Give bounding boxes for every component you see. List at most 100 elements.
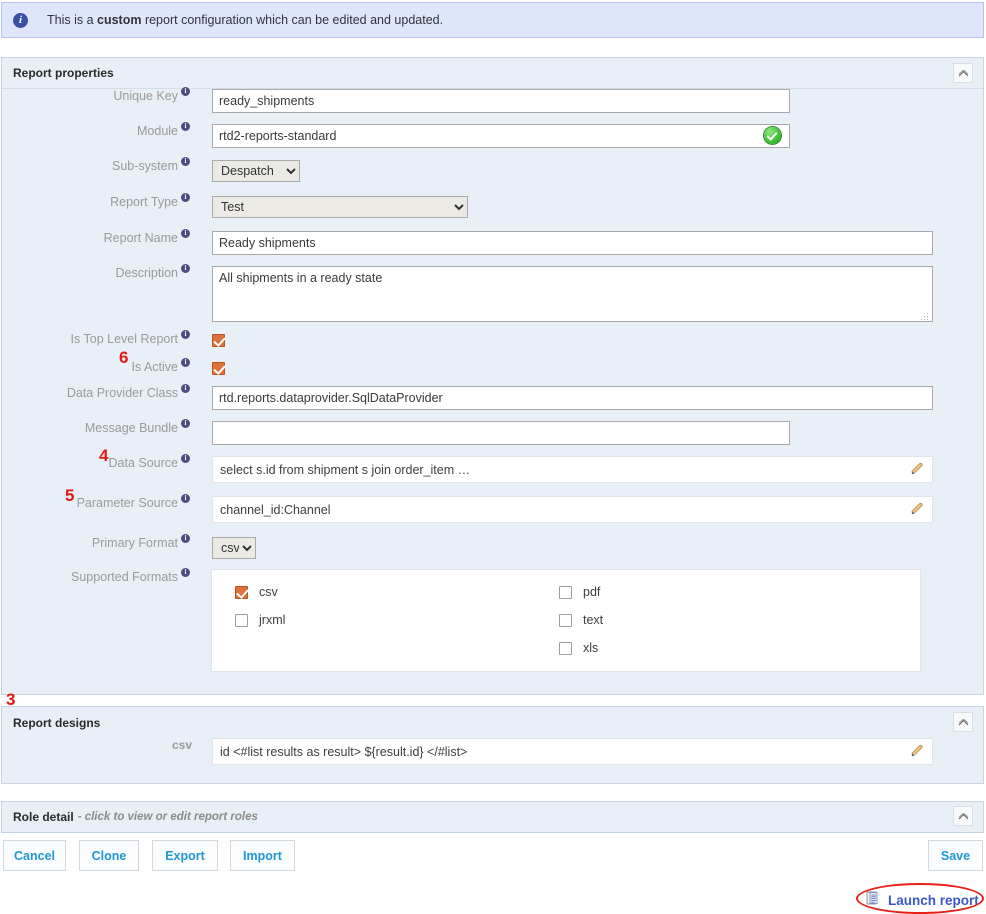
chevron-up-icon	[958, 719, 969, 726]
report-name-help-icon[interactable]: i	[181, 229, 190, 238]
field-row-message-bundle: Message Bundle i	[2, 421, 985, 445]
primary-format-select[interactable]: csv	[212, 537, 256, 559]
report-properties-title: Report properties	[13, 66, 114, 80]
parameter-source-help-icon[interactable]: i	[181, 494, 190, 503]
role-detail-header[interactable]: Role detail - click to view or edit repo…	[2, 802, 983, 832]
parameter-source-pencil-icon[interactable]	[909, 501, 925, 520]
supported-format-checkbox-xls[interactable]	[559, 642, 572, 655]
sub-system-help-icon[interactable]: i	[181, 157, 190, 166]
info-icon: i	[13, 13, 28, 28]
unique-key-field-wrap	[212, 89, 790, 113]
export-button[interactable]: Export	[152, 840, 218, 871]
chevron-up-icon	[958, 70, 969, 77]
report-properties-header: Report properties	[2, 58, 983, 89]
report-type-field-wrap: Test	[212, 196, 468, 218]
collapse-role-detail-button[interactable]	[953, 806, 973, 826]
report-designs-header: Report designs	[2, 707, 983, 738]
supported-format-item-jrxml[interactable]: jrxml	[235, 613, 285, 627]
field-row-unique-key: Unique Key i	[2, 89, 985, 113]
supported-format-label-text: text	[583, 613, 603, 627]
parameter-source-field-wrap: channel_id:Channel	[212, 496, 933, 523]
primary-format-help-icon[interactable]: i	[181, 534, 190, 543]
supported-format-item-csv[interactable]: csv	[235, 585, 278, 599]
data-provider-class-input[interactable]	[212, 386, 933, 410]
primary-format-label: Primary Format i	[2, 536, 192, 550]
collapse-report-properties-button[interactable]	[953, 63, 973, 83]
design-pencil-icon[interactable]	[909, 743, 925, 762]
supported-format-checkbox-csv[interactable]	[235, 586, 248, 599]
role-detail-panel[interactable]: Role detail - click to view or edit repo…	[1, 801, 984, 833]
module-label: Module i	[2, 124, 192, 138]
supported-formats-help-icon[interactable]: i	[181, 568, 190, 577]
cancel-button[interactable]: Cancel	[3, 840, 66, 871]
field-row-report-name: Report Name i	[2, 231, 985, 255]
data-source-pencil-icon[interactable]	[909, 461, 925, 480]
supported-format-label-csv: csv	[259, 585, 278, 599]
is-active-help-icon[interactable]: i	[181, 358, 190, 367]
supported-format-item-xls[interactable]: xls	[559, 641, 598, 655]
parameter-source-value[interactable]: channel_id:Channel	[212, 496, 933, 523]
unique-key-help-icon[interactable]: i	[181, 87, 190, 96]
sub-system-label: Sub-system i	[2, 159, 192, 173]
data-source-help-icon[interactable]: i	[181, 454, 190, 463]
report-type-help-icon[interactable]: i	[181, 193, 190, 202]
unique-key-label: Unique Key i	[2, 89, 192, 103]
module-help-icon[interactable]: i	[181, 122, 190, 131]
primary-format-label-text: Primary Format	[92, 536, 178, 550]
banner-text-before: This is a	[47, 13, 97, 27]
message-bundle-input[interactable]	[212, 421, 790, 445]
data-provider-class-help-icon[interactable]: i	[181, 384, 190, 393]
design-value[interactable]: id <#list results as result> ${result.id…	[212, 738, 933, 765]
is-active-checkbox[interactable]	[212, 362, 225, 375]
launch-report-link[interactable]: Launch report	[866, 891, 979, 909]
design-value-wrap: id <#list results as result> ${result.id…	[212, 738, 933, 765]
field-row-data-source: Data Source i select s.id from shipment …	[2, 456, 985, 483]
is-top-level-checkbox[interactable]	[212, 334, 225, 347]
unique-key-input[interactable]	[212, 89, 790, 113]
field-row-is-active: Is Active i	[2, 360, 985, 375]
is-top-level-help-icon[interactable]: i	[181, 330, 190, 339]
primary-format-field-wrap: csv	[212, 537, 256, 559]
supported-format-checkbox-pdf[interactable]	[559, 586, 572, 599]
save-button[interactable]: Save	[928, 840, 983, 871]
module-label-text: Module	[137, 124, 178, 138]
action-button-bar: Cancel Clone Export Import Save	[0, 840, 986, 872]
supported-format-checkbox-text[interactable]	[559, 614, 572, 627]
report-name-input[interactable]	[212, 231, 933, 255]
description-help-icon[interactable]: i	[181, 264, 190, 273]
report-type-label: Report Type i	[2, 195, 192, 209]
sub-system-select[interactable]: Despatch	[212, 160, 300, 182]
supported-formats-label: Supported Formats i	[2, 570, 192, 584]
is-active-label: Is Active i	[2, 360, 192, 374]
collapse-report-designs-button[interactable]	[953, 712, 973, 732]
description-textarea[interactable]	[212, 266, 933, 322]
report-document-icon	[866, 891, 881, 909]
is-active-field-wrap	[212, 361, 225, 375]
supported-format-item-text[interactable]: text	[559, 613, 603, 627]
field-row-data-provider-class: Data Provider Class i	[2, 386, 985, 410]
module-input[interactable]	[212, 124, 790, 148]
clone-button[interactable]: Clone	[79, 840, 139, 871]
supported-format-label-pdf: pdf	[583, 585, 600, 599]
import-button[interactable]: Import	[230, 840, 295, 871]
data-provider-class-label: Data Provider Class i	[2, 386, 192, 400]
supported-formats-box: csv jrxml pdf text xls	[211, 569, 921, 672]
chevron-up-icon	[958, 813, 969, 820]
annotation-number-4: 4	[99, 446, 108, 466]
supported-format-checkbox-jrxml[interactable]	[235, 614, 248, 627]
report-designs-title: Report designs	[13, 716, 100, 730]
data-source-value[interactable]: select s.id from shipment s join order_i…	[212, 456, 933, 483]
message-bundle-help-icon[interactable]: i	[181, 419, 190, 428]
supported-format-label-jrxml: jrxml	[259, 613, 285, 627]
description-label: Description i	[2, 266, 192, 280]
report-name-label-text: Report Name	[104, 231, 178, 245]
message-bundle-label-text: Message Bundle	[85, 421, 178, 435]
supported-format-item-pdf[interactable]: pdf	[559, 585, 600, 599]
sub-system-label-text: Sub-system	[112, 159, 178, 173]
annotation-number-6: 6	[119, 348, 128, 368]
is-active-label-text: Is Active	[131, 360, 178, 374]
message-bundle-field-wrap	[212, 421, 790, 445]
data-provider-class-field-wrap	[212, 386, 933, 410]
green-check-icon	[764, 127, 781, 144]
report-type-select[interactable]: Test	[212, 196, 468, 218]
